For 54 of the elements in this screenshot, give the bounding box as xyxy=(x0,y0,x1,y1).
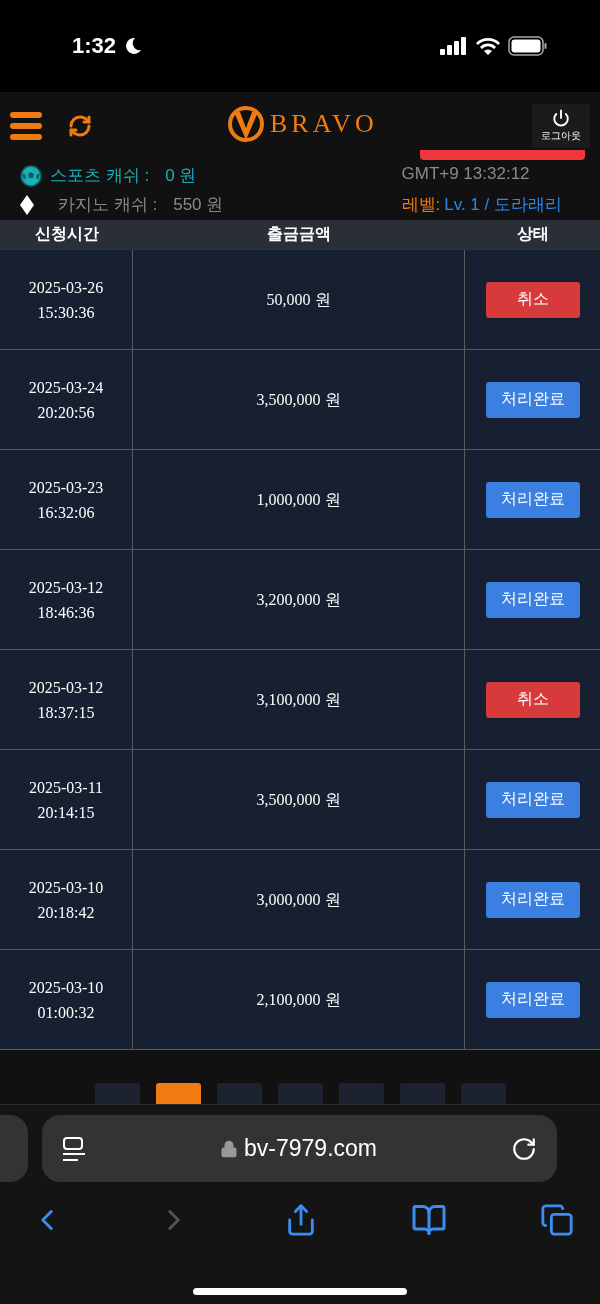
amount-cell: 3,500,000 원 xyxy=(133,350,465,449)
lock-icon xyxy=(220,1139,238,1158)
amount-cell: 3,100,000 원 xyxy=(133,650,465,749)
level-value: Lv. 1 / 도라래리 xyxy=(444,194,562,216)
status-button[interactable]: 취소 xyxy=(485,681,580,718)
status-button[interactable]: 처리완료 xyxy=(485,581,580,618)
casino-cash-value: 550 원 xyxy=(173,194,224,216)
moon-icon xyxy=(124,37,143,55)
refresh-icon[interactable] xyxy=(68,114,92,138)
status-button[interactable]: 처리완료 xyxy=(485,481,580,518)
sports-cash-label: 스포츠 캐쉬 : xyxy=(50,165,150,187)
request-time-cell: 2025-03-26 15:30:36 xyxy=(0,250,133,349)
request-time-cell: 2025-03-12 18:46:36 xyxy=(0,550,133,649)
reader-icon[interactable] xyxy=(62,1135,86,1162)
reload-icon[interactable] xyxy=(511,1135,537,1162)
status-button[interactable]: 취소 xyxy=(485,281,580,318)
request-time-cell: 2025-03-10 20:18:42 xyxy=(0,850,133,949)
status-button[interactable]: 처리완료 xyxy=(485,981,580,1018)
request-time-cell: 2025-03-11 20:14:15 xyxy=(0,750,133,849)
amount-cell: 1,000,000 원 xyxy=(133,450,465,549)
signal-icon xyxy=(440,37,468,55)
request-time-cell: 2025-03-23 16:32:06 xyxy=(0,450,133,549)
amount-cell: 2,100,000 원 xyxy=(133,950,465,1049)
column-header: 상태 xyxy=(515,224,550,244)
amount-cell: 50,000 원 xyxy=(133,250,465,349)
status-button[interactable]: 처리완료 xyxy=(485,781,580,818)
url-text: bv-7979.com xyxy=(244,1135,377,1162)
column-header: 출금금액 xyxy=(266,224,332,244)
wifi-icon xyxy=(476,37,500,55)
status-button[interactable]: 처리완료 xyxy=(485,381,580,418)
address-bar[interactable]: bv-7979.com xyxy=(42,1115,557,1182)
request-time-cell: 2025-03-24 20:20:56 xyxy=(0,350,133,449)
level-label: 레벨: xyxy=(401,194,441,216)
amount-cell: 3,500,000 원 xyxy=(133,750,465,849)
power-icon xyxy=(552,109,570,127)
diamond-icon xyxy=(20,194,34,215)
status-button[interactable]: 처리완료 xyxy=(485,881,580,918)
clock-time: 1:32 xyxy=(72,33,117,59)
logo-emblem-icon xyxy=(226,104,266,144)
bookmarks-icon[interactable] xyxy=(411,1202,447,1238)
amount-cell: 3,000,000 원 xyxy=(133,850,465,949)
amount-cell: 3,200,000 원 xyxy=(133,550,465,649)
column-header: 신청시간 xyxy=(33,224,100,244)
tabs-icon[interactable] xyxy=(540,1203,574,1237)
logout-button[interactable]: 로그아웃 xyxy=(532,104,590,148)
battery-icon xyxy=(508,36,548,56)
menu-icon[interactable] xyxy=(10,111,42,141)
brand-logo: BRAVO xyxy=(270,109,378,139)
sports-cash-value: 0 원 xyxy=(165,165,197,187)
server-clock: GMT+9 13:32:12 xyxy=(401,164,531,185)
soccer-ball-icon xyxy=(20,164,42,187)
casino-cash-label: 카지노 캐쉬 : xyxy=(58,194,158,216)
request-time-cell: 2025-03-10 01:00:32 xyxy=(0,950,133,1049)
request-time-cell: 2025-03-12 18:37:15 xyxy=(0,650,133,749)
